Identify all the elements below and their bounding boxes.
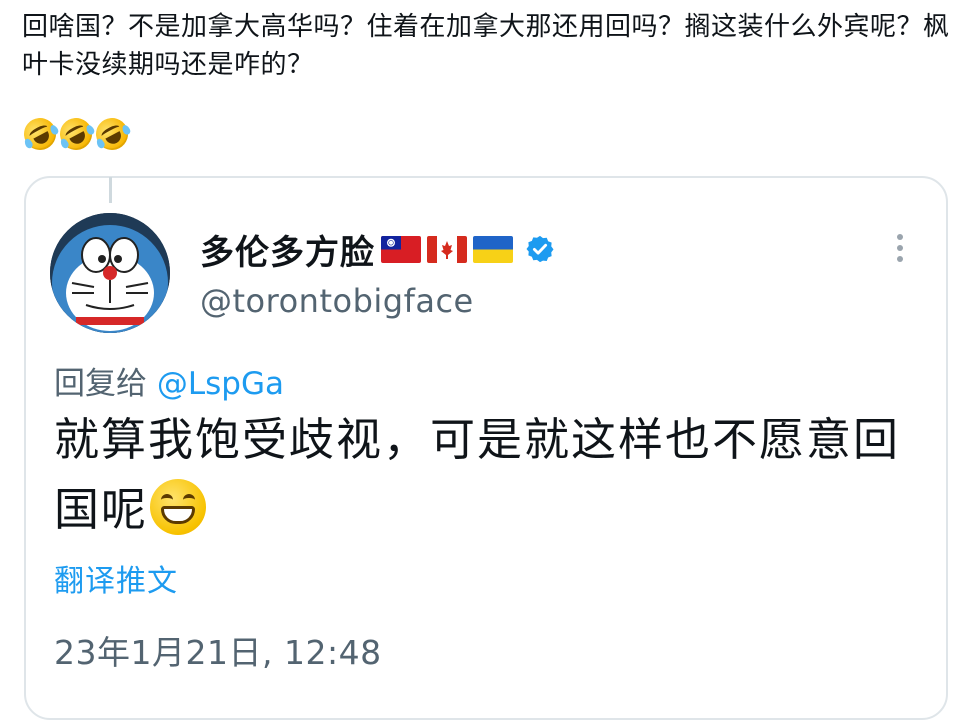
tweet-body: 就算我饱受歧视，可是就这样也不愿意回国呢: [54, 405, 914, 545]
taiwan-flag: [381, 235, 421, 263]
verified-badge-icon: [526, 235, 554, 263]
rolling-on-floor-laughing-emoji: [54, 112, 98, 156]
translate-tweet-link[interactable]: 翻译推文: [54, 556, 178, 600]
ukraine-flag: [473, 235, 513, 263]
rolling-on-floor-laughing-emoji: [18, 112, 62, 156]
canada-flag: [427, 235, 467, 263]
avatar[interactable]: [50, 213, 170, 333]
name-row: 多伦多方脸: [200, 224, 555, 274]
reply-to-line: 回复给 @LspGa: [54, 358, 284, 403]
reply-prefix: 回复给: [54, 366, 157, 402]
emoji-row: [18, 112, 134, 156]
post-text: 回啥国？不是加拿大高华吗？住着在加拿大那还用回吗？搁这装什么外宾呢？枫叶卡没续期…: [22, 12, 950, 80]
rolling-on-floor-laughing-emoji: [90, 112, 134, 156]
thread-connector-line: [109, 177, 112, 203]
user-handle[interactable]: @torontobigface: [200, 282, 474, 320]
grinning-face-emoji: [150, 479, 207, 535]
display-name[interactable]: 多伦多方脸: [200, 225, 375, 274]
more-options-icon[interactable]: [893, 234, 907, 268]
tweet-timestamp[interactable]: 23年1月21日, 12:48: [54, 626, 382, 674]
reply-mention-link[interactable]: @LspGa: [157, 366, 284, 402]
